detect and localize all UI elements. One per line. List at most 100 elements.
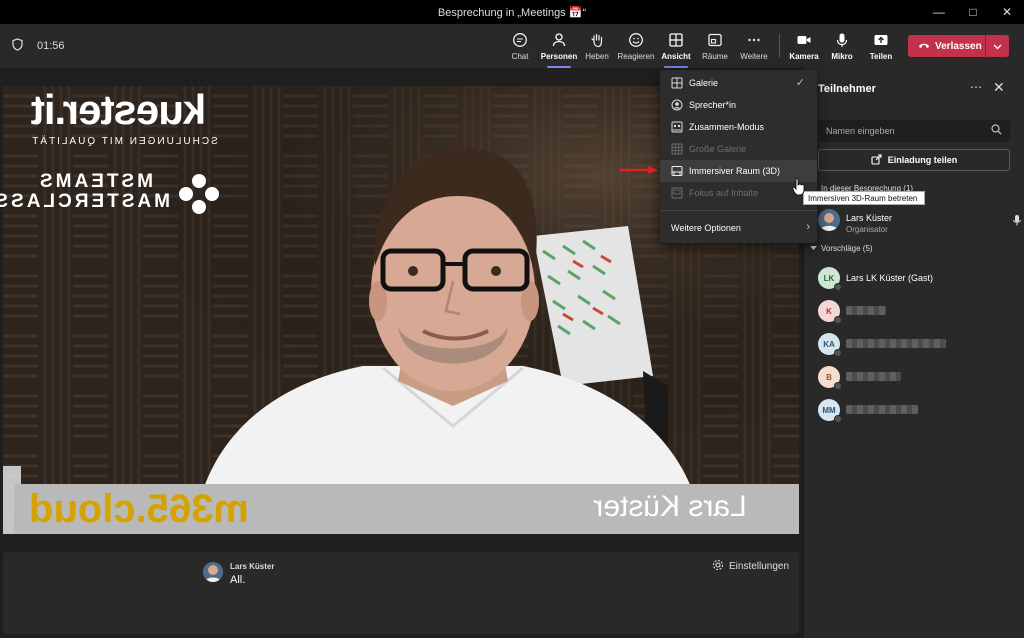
search-placeholder: Namen eingeben <box>826 126 895 136</box>
blurred-name <box>846 372 901 381</box>
avatar: KA <box>818 333 842 357</box>
mic-button[interactable]: Mikro <box>821 30 863 68</box>
nameplate-name: Lars Küster <box>593 490 747 523</box>
caption-settings-label: Einstellungen <box>729 561 790 572</box>
camera-icon <box>794 30 814 50</box>
chat-icon <box>510 30 530 50</box>
gallery-icon <box>671 77 683 89</box>
raise-hand-button[interactable]: Heben <box>576 30 618 68</box>
people-icon <box>549 30 569 50</box>
view-menu: Galerie ✓ Sprecher*in Zusammen-Modus Gro… <box>660 70 817 243</box>
menu-item-gallery[interactable]: Galerie ✓ <box>660 72 817 94</box>
gear-icon <box>712 559 724 574</box>
avatar: K <box>818 300 842 324</box>
share-invite-label: Einladung teilen <box>887 155 958 165</box>
avatar <box>818 209 840 231</box>
participants-title: Teilnehmer <box>818 83 876 95</box>
maximize-icon[interactable]: □ <box>956 0 990 24</box>
title-bar: Besprechung in „Meetings 📅“ — □ ✕ <box>0 0 1024 24</box>
window-title: Besprechung in „Meetings 📅“ <box>437 6 587 19</box>
chevron-down-icon <box>810 244 817 253</box>
more-icon <box>744 30 764 50</box>
rooms-button[interactable]: Räume <box>694 30 736 68</box>
people-button[interactable]: Personen <box>538 30 580 68</box>
participant-row[interactable]: Lars Küster Organisator <box>818 209 1021 235</box>
toolbar-divider <box>779 34 780 58</box>
msteams-masterclass-logo: MSTEAMS MASTERCLASS <box>0 171 170 212</box>
tooltip: Immersiven 3D-Raum betreten <box>803 191 925 205</box>
suggestion-row[interactable]: K <box>818 300 1018 326</box>
share-button[interactable]: Teilen <box>860 30 902 68</box>
hang-up-icon <box>918 41 930 52</box>
immersive-space-icon <box>671 165 683 177</box>
speaker-avatar <box>203 562 223 582</box>
caption-settings-button[interactable]: Einstellungen <box>712 559 789 574</box>
react-button[interactable]: Reagieren <box>615 30 657 68</box>
menu-item-large-gallery[interactable]: Große Galerie <box>660 138 817 160</box>
camera-button[interactable]: Kamera <box>783 30 825 68</box>
share-label: Teilen <box>869 52 893 61</box>
participant-role: Organisator <box>846 225 888 234</box>
chat-button[interactable]: Chat <box>499 30 541 68</box>
menu-item-together-mode[interactable]: Zusammen-Modus <box>660 116 817 138</box>
leave-button[interactable]: Verlassen <box>908 35 1009 57</box>
avatar: MM <box>818 399 842 423</box>
close-panel-icon[interactable]: ✕ <box>993 79 1005 96</box>
live-caption-panel: Lars Küster All. Einstellungen <box>3 552 799 634</box>
blurred-name <box>846 339 946 348</box>
share-invite-icon <box>871 153 882 167</box>
chevron-right-icon: › <box>806 221 810 233</box>
caption-speaker: Lars Küster <box>230 562 275 571</box>
panel-more-icon[interactable]: ⋯ <box>970 80 982 94</box>
suggestion-row[interactable]: B <box>818 366 1018 392</box>
mic-icon <box>1013 213 1021 231</box>
view-label: Ansicht <box>661 52 691 61</box>
checkmark-icon: ✓ <box>795 77 805 89</box>
leave-options-button[interactable] <box>986 37 1008 55</box>
avatar: B <box>818 366 842 390</box>
close-window-icon[interactable]: ✕ <box>990 0 1024 24</box>
people-label: Personen <box>540 52 578 61</box>
react-label: Reagieren <box>617 52 655 61</box>
large-gallery-icon <box>671 143 683 155</box>
react-icon <box>626 30 646 50</box>
hand-cursor-icon <box>792 178 805 196</box>
raise-hand-icon <box>587 30 607 50</box>
rooms-label: Räume <box>702 52 728 61</box>
suggestion-row[interactable]: KA <box>818 333 1018 359</box>
leave-label: Verlassen <box>935 40 982 52</box>
focus-content-icon <box>671 187 683 199</box>
suggestions-section-toggle[interactable]: Vorschläge (5) <box>810 244 873 253</box>
brand-logo: kuester.it <box>31 86 207 133</box>
suggestions-section-label: Vorschläge (5) <box>821 244 873 253</box>
blurred-name <box>846 405 918 414</box>
participants-panel: Teilnehmer ⋯ ✕ Namen eingeben Einladung … <box>803 68 1024 638</box>
meeting-timer: 01:56 <box>37 40 65 52</box>
mic-label: Mikro <box>831 52 853 61</box>
suggestion-row[interactable]: LK Lars LK Küster (Gast) <box>818 267 1018 293</box>
view-button[interactable]: Ansicht <box>655 30 697 68</box>
menu-item-speaker[interactable]: Sprecher*in <box>660 94 817 116</box>
view-icon <box>666 30 686 50</box>
blurred-name <box>846 306 886 315</box>
active-indicator <box>664 66 688 68</box>
more-button[interactable]: Weitere <box>733 30 775 68</box>
participant-name: Lars LK Küster (Gast) <box>846 273 934 283</box>
together-mode-icon <box>671 121 683 133</box>
active-indicator <box>547 66 571 68</box>
mic-icon <box>832 30 852 50</box>
minimize-icon[interactable]: — <box>922 0 956 24</box>
masterclass-emblem-icon <box>179 174 219 214</box>
participant-search-input[interactable]: Namen eingeben <box>818 120 1010 142</box>
camera-label: Kamera <box>789 52 819 61</box>
speaker-icon <box>671 99 683 111</box>
shield-icon <box>12 38 23 54</box>
share-invite-button[interactable]: Einladung teilen <box>818 149 1010 171</box>
menu-item-more-options[interactable]: Weitere Optionen › <box>660 217 817 239</box>
suggestion-row[interactable]: MM <box>818 399 1018 425</box>
menu-divider <box>660 210 817 211</box>
caption-text: All. <box>230 574 246 586</box>
nameplate-logo: m365.cloud <box>28 487 250 531</box>
share-icon <box>871 30 891 50</box>
chevron-down-icon <box>993 37 1002 55</box>
